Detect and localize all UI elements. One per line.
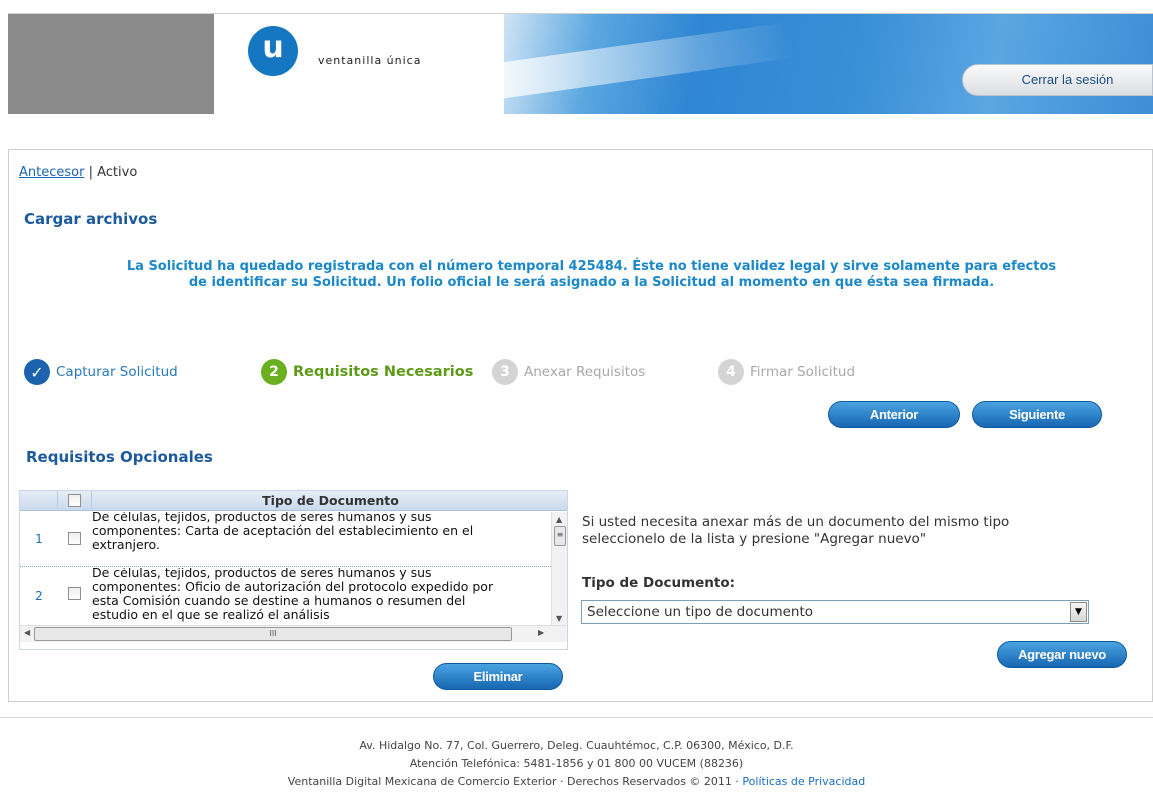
delete-button[interactable]: Eliminar [433, 663, 563, 690]
row-checkbox[interactable] [68, 587, 81, 600]
row-description: De células, tejidos, productos de seres … [92, 512, 551, 552]
chevron-down-icon[interactable]: ▼ [1070, 602, 1087, 622]
page-title: Cargar archivos [24, 210, 158, 228]
step-firmar-solicitud: 4 Firmar Solicitud [718, 359, 855, 385]
registration-notice: La Solicitud ha quedado registrada con e… [29, 259, 1153, 291]
document-type-select[interactable]: Seleccione un tipo de documento ▼ [581, 600, 1089, 624]
scroll-right-arrow-icon[interactable]: ▶ [538, 628, 544, 637]
row-text-line: estudio en el que se realizó el análisis [92, 607, 330, 622]
breadcrumb: Antecesor | Activo [19, 165, 137, 180]
step-number-icon: 4 [718, 359, 744, 385]
select-value: Seleccione un tipo de documento [587, 604, 814, 620]
grid-header: Tipo de Documento [20, 491, 567, 511]
scroll-left-arrow-icon[interactable]: ◀ [24, 628, 30, 637]
table-row[interactable]: 2 De células, tejidos, productos de sere… [20, 568, 551, 624]
step-label: Firmar Solicitud [750, 364, 856, 380]
step-label: Capturar Solicitud [56, 364, 178, 380]
footer-phone: Atención Telefónica: 5481-1856 y 01 800 … [409, 757, 744, 770]
logo-area: u ventanilla única [214, 14, 504, 114]
table-row[interactable]: 1 De células, tejidos, productos de sere… [20, 512, 551, 567]
section-title-optional: Requisitos Opcionales [26, 448, 213, 466]
row-checkbox[interactable] [68, 532, 81, 545]
footer: Av. Hidalgo No. 77, Col. Guerrero, Deleg… [0, 737, 1153, 791]
step-capturar-solicitud: ✓ Capturar Solicitud [24, 359, 178, 385]
row-number: 1 [35, 532, 43, 546]
help-text: Si usted necesita anexar más de un docum… [582, 514, 1142, 548]
footer-divider [0, 717, 1153, 718]
logo-text: ventanilla única [318, 54, 422, 67]
scroll-thumb[interactable]: III [34, 627, 512, 641]
row-text-line: componentes: Oficio de autorización del … [92, 579, 494, 594]
add-new-button[interactable]: Agregar nuevo [997, 641, 1127, 668]
column-header-tipo-documento: Tipo de Documento [262, 493, 399, 508]
header-number-cell [20, 491, 58, 511]
row-text-line: extranjero. [92, 537, 160, 552]
step-requisitos-necesarios: 2 Requisitos Necesarios [261, 359, 473, 385]
footer-copyright-text: Ventanilla Digital Mexicana de Comercio … [287, 775, 739, 788]
step-number-icon: 2 [261, 359, 287, 385]
header-gray-block [8, 14, 214, 114]
row-text-line: componentes: Carta de aceptación del est… [92, 523, 474, 538]
notice-line-1: La Solicitud ha quedado registrada con e… [126, 259, 1057, 274]
check-icon: ✓ [24, 359, 50, 385]
logout-button[interactable]: Cerrar la sesión [962, 64, 1153, 96]
breadcrumb-current: Activo [97, 165, 138, 180]
breadcrumb-separator: | [88, 165, 93, 180]
scroll-thumb[interactable]: ≡ [554, 526, 566, 546]
step-number-icon: 3 [492, 359, 518, 385]
help-line-1: Si usted necesita anexar más de un docum… [582, 514, 1010, 530]
logo-icon: u [248, 26, 298, 76]
document-type-label: Tipo de Documento: [582, 575, 736, 591]
main-panel: Antecesor | Activo Cargar archivos La So… [8, 149, 1153, 702]
vertical-scrollbar[interactable]: ▲ ≡ ▼ [551, 512, 567, 625]
previous-button[interactable]: Anterior [828, 401, 960, 428]
next-button[interactable]: Siguiente [972, 401, 1102, 428]
header-checkbox-cell [58, 491, 92, 511]
scroll-up-arrow-icon[interactable]: ▲ [556, 515, 562, 524]
notice-line-2: de identificar su Solicitud. Un folio of… [188, 275, 995, 290]
footer-address: Av. Hidalgo No. 77, Col. Guerrero, Deleg… [359, 739, 794, 752]
row-text-line: esta Comisión cuando se destine a humano… [92, 593, 466, 608]
step-label: Requisitos Necesarios [293, 364, 474, 380]
row-description: De células, tejidos, productos de seres … [92, 568, 551, 622]
scroll-down-arrow-icon[interactable]: ▼ [556, 614, 562, 623]
privacy-policy-link[interactable]: Políticas de Privacidad [742, 775, 865, 788]
step-label: Anexar Requisitos [524, 364, 646, 380]
documents-grid: Tipo de Documento 1 De células, tejidos,… [19, 490, 568, 650]
step-anexar-requisitos: 3 Anexar Requisitos [492, 359, 645, 385]
breadcrumb-link-antecesor[interactable]: Antecesor [19, 165, 84, 180]
footer-copyright: Ventanilla Digital Mexicana de Comercio … [0, 773, 1153, 791]
help-line-2: seleccionelo de la lista y presione "Agr… [582, 531, 927, 547]
row-number: 2 [35, 589, 43, 603]
select-all-checkbox[interactable] [68, 494, 81, 507]
header: u ventanilla única Cerrar la sesión [8, 8, 1153, 114]
horizontal-scrollbar[interactable]: ◀ III ▶ [20, 625, 567, 642]
